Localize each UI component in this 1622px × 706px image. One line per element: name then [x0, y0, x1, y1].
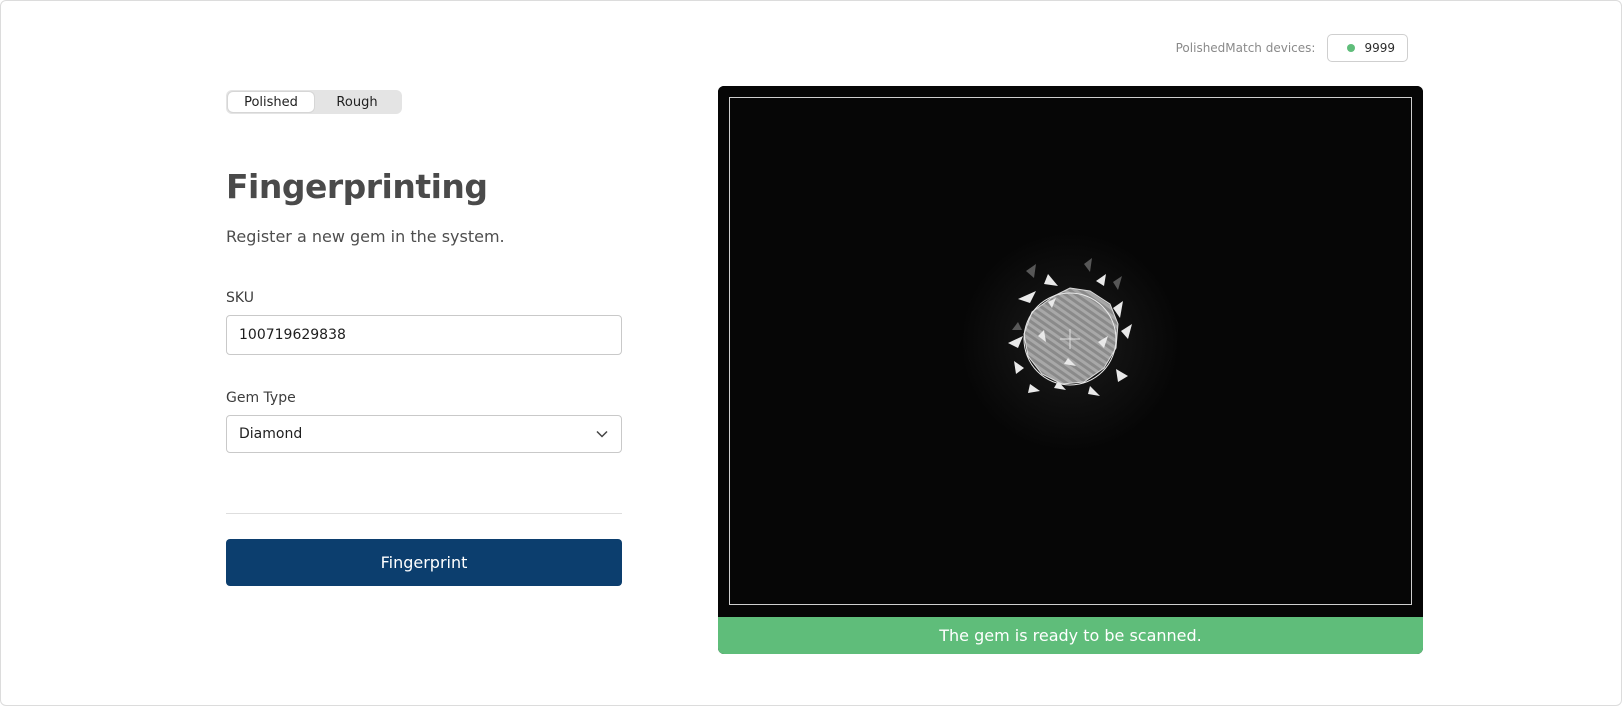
page-title: Fingerprinting	[226, 167, 488, 206]
devices-count-badge[interactable]: 9999	[1327, 34, 1408, 62]
toggle-polished[interactable]: Polished	[228, 92, 314, 112]
device-indicator: PolishedMatch devices: 9999	[1176, 34, 1408, 62]
scan-area-frame	[729, 97, 1412, 605]
page-subtitle: Register a new gem in the system.	[226, 227, 505, 246]
devices-label: PolishedMatch devices:	[1175, 41, 1316, 55]
toggle-rough[interactable]: Rough	[314, 92, 400, 112]
app-window: PolishedMatch devices: 9999 Polished Rou…	[0, 0, 1622, 706]
sku-label: SKU	[226, 290, 254, 306]
scan-status-bar: The gem is ready to be scanned.	[718, 617, 1423, 654]
gem-type-select[interactable]: Diamond	[226, 415, 622, 453]
mode-toggle: Polished Rough	[226, 90, 402, 114]
sku-input[interactable]	[226, 315, 622, 355]
form-divider	[226, 513, 622, 514]
status-dot-icon	[1347, 44, 1356, 52]
chevron-down-icon	[595, 427, 609, 441]
devices-count: 9999	[1364, 41, 1395, 55]
camera-view: The gem is ready to be scanned.	[718, 86, 1423, 654]
gem-type-label: Gem Type	[226, 390, 296, 406]
fingerprint-button[interactable]: Fingerprint	[226, 539, 622, 586]
gem-type-value: Diamond	[239, 426, 303, 442]
